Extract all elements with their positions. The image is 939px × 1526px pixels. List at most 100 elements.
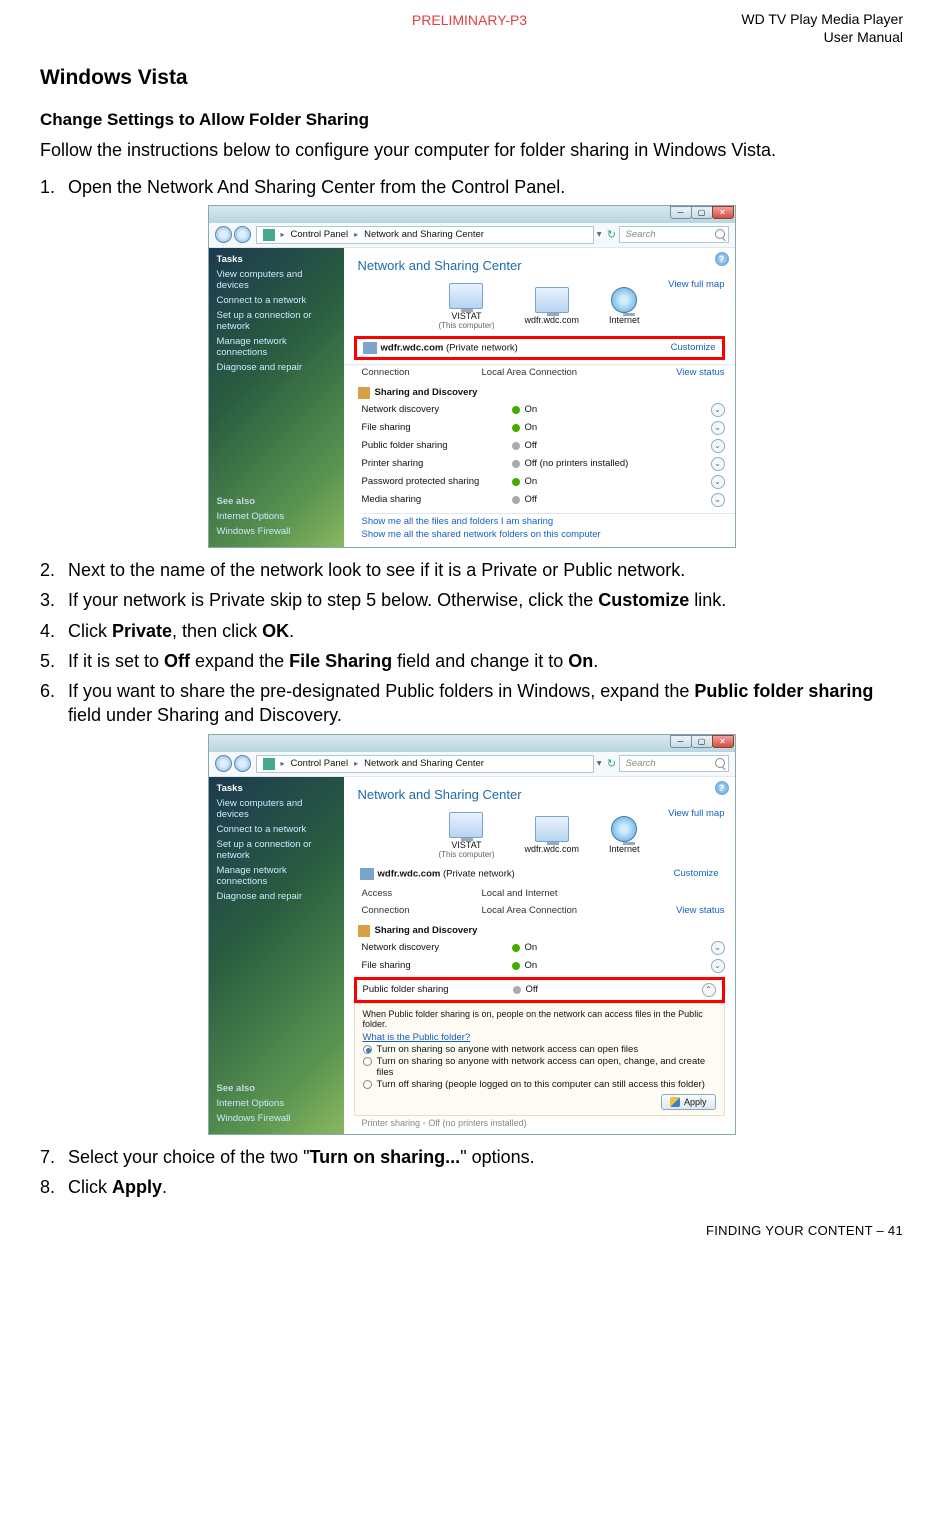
task-link[interactable]: Diagnose and repair <box>217 891 336 902</box>
help-icon[interactable]: ? <box>715 781 729 795</box>
task-link[interactable]: Manage network connections <box>217 336 336 358</box>
address-bar: Control Panel Network and Sharing Center… <box>209 752 735 777</box>
info-value: Local Area Connection <box>482 367 677 378</box>
breadcrumb[interactable]: Control Panel Network and Sharing Center <box>256 226 594 244</box>
doc-title-line1: WD TV Play Media Player <box>741 10 903 28</box>
step-4: 4.Click Private, then click OK. <box>40 619 903 643</box>
breadcrumb[interactable]: Control Panel Network and Sharing Center <box>256 755 594 773</box>
radio-turn-off[interactable]: Turn off sharing (people logged on to th… <box>363 1079 716 1090</box>
main-pane: ? Network and Sharing Center View full m… <box>344 248 735 547</box>
radio-turn-on-change[interactable]: Turn on sharing so anyone with network a… <box>363 1056 716 1078</box>
page-footer: FINDING YOUR CONTENT – 41 <box>40 1223 903 1238</box>
pfs-info-text: When Public folder sharing is on, people… <box>363 1009 716 1029</box>
network-map: View full map VISTAT(This computer) wdfr… <box>344 808 735 863</box>
task-link[interactable]: Set up a connection or network <box>217 839 336 861</box>
network-name: wdfr.wdc.com <box>381 342 444 353</box>
view-status-link[interactable]: View status <box>676 905 724 916</box>
task-link[interactable]: View computers and devices <box>217 269 336 291</box>
see-also-link[interactable]: Windows Firewall <box>217 526 336 537</box>
step-1: 1.Open the Network And Sharing Center fr… <box>40 175 903 199</box>
vista-screenshot-1: ─ ▢ ✕ Control Panel Network and Sharing … <box>208 205 736 548</box>
collapse-button[interactable]: ⌃ <box>702 983 716 997</box>
see-also-link[interactable]: Windows Firewall <box>217 1113 336 1124</box>
breadcrumb-item[interactable]: Control Panel <box>291 229 349 240</box>
network-icon <box>263 229 275 241</box>
back-button[interactable] <box>215 755 232 772</box>
minimize-button[interactable]: ─ <box>670 206 692 219</box>
folder-icon <box>358 387 370 399</box>
radio-turn-on-open[interactable]: Turn on sharing so anyone with network a… <box>363 1044 716 1055</box>
view-full-map-link[interactable]: View full map <box>668 808 724 819</box>
help-icon[interactable]: ? <box>715 252 729 266</box>
public-folder-options: When Public folder sharing is on, people… <box>354 1003 725 1116</box>
customize-link[interactable]: Customize <box>671 342 716 353</box>
task-link[interactable]: Diagnose and repair <box>217 362 336 373</box>
sharing-discovery-header: Sharing and Discovery <box>358 387 725 399</box>
expand-button[interactable]: ⌄ <box>711 457 725 471</box>
task-link[interactable]: Manage network connections <box>217 865 336 887</box>
customize-link[interactable]: Customize <box>674 868 719 879</box>
info-value: Local and Internet <box>482 888 725 899</box>
steps-list-cont: 2.Next to the name of the network look t… <box>40 558 903 728</box>
expand-button[interactable]: ⌄ <box>711 439 725 453</box>
view-full-map-link[interactable]: View full map <box>668 279 724 290</box>
see-also-header: See also <box>217 1083 336 1094</box>
network-icon <box>363 342 377 354</box>
titlebar: ─ ▢ ✕ <box>209 735 735 752</box>
what-is-public-link[interactable]: What is the Public folder? <box>363 1032 716 1043</box>
shared-folders-link[interactable]: Show me all the shared network folders o… <box>362 528 735 541</box>
maximize-button[interactable]: ▢ <box>691 206 713 219</box>
task-link[interactable]: Connect to a network <box>217 824 336 835</box>
search-input[interactable]: Search <box>619 755 729 772</box>
breadcrumb-item[interactable]: Network and Sharing Center <box>364 229 484 240</box>
task-link[interactable]: View computers and devices <box>217 798 336 820</box>
map-node-internet: Internet <box>609 816 640 854</box>
forward-button[interactable] <box>234 226 251 243</box>
info-value: Local Area Connection <box>482 905 677 916</box>
step-3: 3.If your network is Private skip to ste… <box>40 588 903 612</box>
sharing-discovery-header: Sharing and Discovery <box>358 925 725 937</box>
steps-list-cont2: 7.Select your choice of the two "Turn on… <box>40 1145 903 1200</box>
preliminary-stamp: PRELIMINARY-P3 <box>412 12 527 28</box>
see-also-link[interactable]: Internet Options <box>217 1098 336 1109</box>
tasks-header: Tasks <box>217 783 336 794</box>
intro-paragraph: Follow the instructions below to configu… <box>40 138 903 162</box>
expand-button[interactable]: ⌄ <box>711 493 725 507</box>
address-bar: Control Panel Network and Sharing Center… <box>209 223 735 248</box>
network-name: wdfr.wdc.com <box>378 868 441 879</box>
close-button[interactable]: ✕ <box>712 206 734 219</box>
info-key: Access <box>362 888 482 899</box>
see-also-header: See also <box>217 496 336 507</box>
refresh-button[interactable]: ↻ <box>605 228 619 242</box>
breadcrumb-item[interactable]: Control Panel <box>291 758 349 769</box>
apply-button[interactable]: Apply <box>661 1094 716 1110</box>
sd-row-network-discovery: Network discoveryOn⌄ <box>344 939 735 957</box>
sd-row-media: Media sharingOff⌄ <box>344 491 735 509</box>
task-link[interactable]: Connect to a network <box>217 295 336 306</box>
network-icon <box>360 868 374 880</box>
see-also-link[interactable]: Internet Options <box>217 511 336 522</box>
main-heading: Network and Sharing Center <box>358 258 735 273</box>
back-button[interactable] <box>215 226 232 243</box>
tasks-header: Tasks <box>217 254 336 265</box>
minimize-button[interactable]: ─ <box>670 735 692 748</box>
expand-button[interactable]: ⌄ <box>711 959 725 973</box>
search-input[interactable]: Search <box>619 226 729 243</box>
expand-button[interactable]: ⌄ <box>711 403 725 417</box>
close-button[interactable]: ✕ <box>712 735 734 748</box>
view-status-link[interactable]: View status <box>676 367 724 378</box>
folder-icon <box>358 925 370 937</box>
forward-button[interactable] <box>234 755 251 772</box>
task-link[interactable]: Set up a connection or network <box>217 310 336 332</box>
sd-row-network-discovery: Network discoveryOn⌄ <box>344 401 735 419</box>
expand-button[interactable]: ⌄ <box>711 941 725 955</box>
maximize-button[interactable]: ▢ <box>691 735 713 748</box>
tasks-sidebar: Tasks View computers and devices Connect… <box>209 777 344 1134</box>
expand-button[interactable]: ⌄ <box>711 475 725 489</box>
expand-button[interactable]: ⌄ <box>711 421 725 435</box>
shared-files-link[interactable]: Show me all the files and folders I am s… <box>362 513 735 528</box>
highlighted-network-row: wdfr.wdc.com (Private network) Customize <box>354 336 725 360</box>
refresh-button[interactable]: ↻ <box>605 757 619 771</box>
breadcrumb-item[interactable]: Network and Sharing Center <box>364 758 484 769</box>
search-placeholder: Search <box>626 229 656 240</box>
